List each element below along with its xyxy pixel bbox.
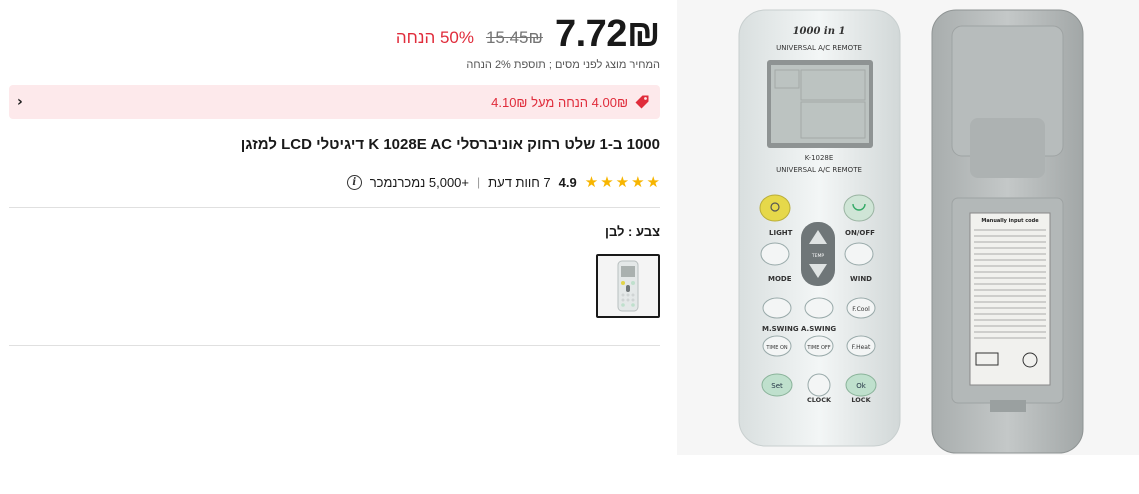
tax-note: המחיר מוצג לפני מסים ; תוספת 2% הנחה	[466, 59, 660, 71]
star-icon: ★	[631, 174, 645, 191]
coupon-banner[interactable]: 4.00₪ הנחה מעל 4.10₪ ‹	[9, 85, 660, 119]
reviews-link[interactable]: 7 חוות דעת	[488, 175, 551, 190]
coupon-text: 4.00₪ הנחה מעל 4.10₪	[491, 94, 628, 110]
brand-line-text: UNIVERSAL A/C REMOTE	[776, 44, 862, 52]
separator: |	[477, 175, 481, 189]
color-label: צבע : לבן	[605, 224, 660, 239]
star-icon: ★	[600, 174, 614, 191]
mode-label: MODE	[768, 275, 792, 283]
aswing-label: A.SWING	[801, 325, 836, 333]
info-icon[interactable]: i	[346, 174, 362, 190]
coupon-content: 4.00₪ הנחה מעל 4.10₪	[491, 94, 650, 110]
rating-row: ★ ★ ★ ★ ★ 4.9 7 חוות דעת | +5,000 נמכרנמ…	[9, 171, 660, 193]
star-icon: ★	[646, 174, 660, 191]
brand-line-2-text: UNIVERSAL A/C REMOTE	[776, 166, 862, 174]
tag-icon	[635, 95, 649, 109]
clock-label: CLOCK	[807, 396, 832, 404]
star-icon: ★	[584, 174, 599, 191]
discount-badge: 50% הנחה	[395, 28, 474, 47]
lock-label: LOCK	[851, 396, 871, 404]
brand-top-text: 1000 in 1	[793, 26, 846, 37]
mswing-label: M.SWING	[762, 325, 799, 333]
star-rating[interactable]: ★ ★ ★ ★ ★	[585, 173, 660, 191]
temp-label: TEMP	[811, 253, 824, 259]
product-info-panel: 7.72₪ 15.45₪ 50% הנחה המחיר מוצג לפני מס…	[9, 0, 661, 346]
ok-label: Ok	[856, 382, 867, 390]
set-label: Set	[771, 382, 783, 390]
timeon-label: TIME ON	[765, 345, 788, 351]
divider	[9, 207, 660, 208]
model-text: K-1028E	[805, 154, 834, 162]
price-row: 7.72₪ 15.45₪ 50% הנחה	[9, 0, 661, 56]
chevron-left-icon: ‹	[17, 94, 23, 110]
wind-label: WIND	[850, 275, 872, 283]
fheat-label: F.Heat	[852, 344, 871, 351]
manual-code-text: Manually input code	[981, 218, 1039, 224]
remote-back-image: Manually input code	[931, 9, 1084, 454]
light-label: LIGHT	[769, 229, 793, 237]
product-title: 1000 ב-1 שלט רחוק אוניברסלי K 1028E AC ד…	[240, 136, 660, 153]
remote-front-image: 1000 in 1 UNIVERSAL A/C REMOTE K-1028E U…	[738, 9, 901, 447]
original-price: 15.45₪	[485, 28, 543, 47]
swatch-remote-thumbnail	[617, 260, 639, 312]
color-swatch-white[interactable]	[596, 254, 660, 318]
sold-count: +5,000 נמכרנמכר	[369, 174, 470, 190]
onoff-label: ON/OFF	[845, 229, 875, 237]
rating-score: 4.9	[558, 174, 577, 190]
timeoff-label: TIME OFF	[806, 345, 830, 351]
star-icon: ★	[615, 174, 630, 191]
current-price: 7.72₪	[554, 13, 661, 55]
product-image[interactable]: 1000 in 1 UNIVERSAL A/C REMOTE K-1028E U…	[677, 0, 1139, 455]
fcool-label: F.Cool	[852, 306, 870, 313]
divider	[9, 345, 660, 346]
